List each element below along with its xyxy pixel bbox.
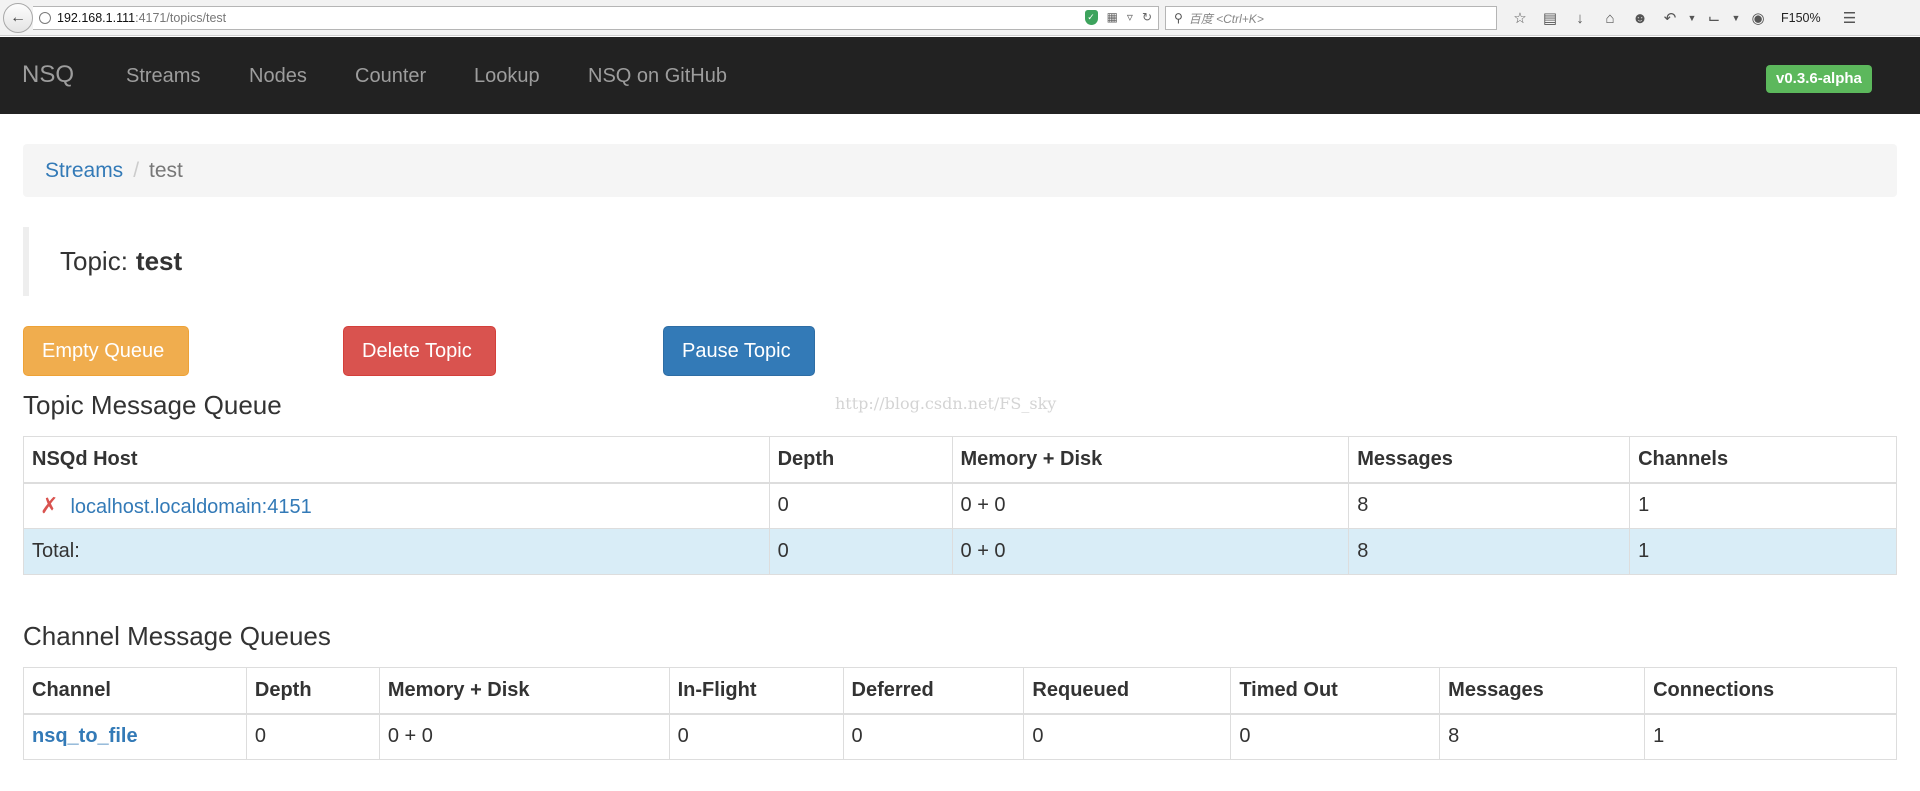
globe-icon: [39, 12, 51, 24]
delete-topic-button[interactable]: Delete Topic: [343, 326, 496, 376]
url-host: 192.168.1.111: [57, 11, 136, 25]
watermark: http://blog.csdn.net/FS_sky: [835, 394, 1057, 413]
shield-icon[interactable]: ✓: [1084, 10, 1098, 25]
address-bar[interactable]: 192.168.1.111:4171/topics/test ✓ ▦ ▿ ↻: [33, 6, 1159, 30]
column-header: Deferred: [842, 667, 1025, 715]
column-header: Channels: [1629, 436, 1897, 484]
dropdown-arrow-icon[interactable]: ▼: [1685, 13, 1699, 23]
pause-topic-button[interactable]: Pause Topic: [663, 326, 815, 376]
deferred-cell: 0: [842, 713, 1025, 760]
chat-face-icon[interactable]: ☻: [1625, 10, 1655, 27]
column-header: Connections: [1644, 667, 1897, 715]
column-header: Requeued: [1023, 667, 1232, 715]
bookmark-star-icon[interactable]: ☆: [1505, 9, 1535, 27]
table-row: nsq_to_file 0 0 + 0 0 0 0 0 8 1: [23, 713, 1897, 760]
page-title-prefix: Topic:: [60, 246, 128, 276]
zoom-level[interactable]: F150%: [1781, 11, 1821, 25]
column-header: Messages: [1439, 667, 1646, 715]
dropdown-arrow-icon[interactable]: ▼: [1729, 13, 1743, 23]
back-button[interactable]: ←: [3, 3, 33, 33]
nav-item-lookup[interactable]: Lookup: [474, 65, 540, 88]
channels-cell: 1: [1629, 482, 1897, 529]
channel-queues-heading: Channel Message Queues: [23, 621, 331, 651]
search-placeholder: 百度 <Ctrl+K>: [1188, 11, 1264, 26]
channel-cell: nsq_to_file: [23, 713, 247, 760]
breadcrumb-separator: /: [133, 158, 140, 182]
column-header: Memory + Disk: [378, 667, 670, 715]
topic-name: test: [135, 246, 183, 276]
host-link[interactable]: localhost.localdomain:4151: [70, 496, 311, 518]
search-input[interactable]: ⚲ 百度 <Ctrl+K>: [1165, 6, 1497, 30]
remove-host-icon[interactable]: ✗: [40, 493, 58, 518]
nav-item-streams[interactable]: Streams: [126, 65, 200, 88]
nav-item-counter[interactable]: Counter: [355, 65, 426, 88]
search-icon: ⚲: [1174, 11, 1183, 25]
column-header: Channel: [23, 667, 247, 715]
page-title: Topic: test: [23, 227, 182, 296]
home-icon[interactable]: ⌂: [1595, 10, 1625, 27]
menu-icon[interactable]: ☰: [1835, 9, 1865, 27]
version-badge: v0.3.6-alpha: [1766, 65, 1872, 93]
channel-queues-table: Channel Depth Memory + Disk In-Flight De…: [23, 667, 1897, 760]
dropdown-arrow-icon[interactable]: ▿: [1127, 10, 1133, 25]
memory-disk-cell: 0 + 0: [378, 713, 670, 760]
connections-cell: 1: [1644, 713, 1897, 760]
total-label: Total:: [23, 528, 770, 575]
memory-disk-cell: 0 + 0: [951, 482, 1350, 529]
browser-toolbar: ← 192.168.1.111:4171/topics/test ✓ ▦ ▿ ↻…: [0, 0, 1920, 36]
total-channels: 1: [1629, 528, 1897, 575]
download-icon[interactable]: ↓: [1565, 10, 1595, 27]
column-header: Depth: [768, 436, 953, 484]
depth-cell: 0: [245, 713, 380, 760]
column-header: Messages: [1348, 436, 1631, 484]
timed-out-cell: 0: [1230, 713, 1441, 760]
total-depth: 0: [768, 528, 953, 575]
breadcrumb: Streams / test: [23, 144, 1897, 197]
messages-cell: 8: [1439, 713, 1646, 760]
topic-queue-table: NSQd Host Depth Memory + Disk Messages C…: [23, 436, 1897, 575]
reading-list-icon[interactable]: ▤: [1535, 9, 1565, 27]
table-header-row: NSQd Host Depth Memory + Disk Messages C…: [23, 436, 1897, 484]
nav-item-nodes[interactable]: Nodes: [249, 65, 307, 88]
empty-queue-button[interactable]: Empty Queue: [23, 326, 189, 376]
total-row: Total: 0 0 + 0 8 1: [23, 528, 1897, 575]
crop-icon[interactable]: ⌙: [1699, 9, 1729, 27]
requeued-cell: 0: [1023, 713, 1232, 760]
channel-link[interactable]: nsq_to_file: [32, 725, 138, 747]
topic-queue-heading: Topic Message Queue: [23, 390, 282, 420]
undo-icon[interactable]: ↶: [1655, 9, 1685, 27]
top-navbar: NSQ Streams Nodes Counter Lookup NSQ on …: [0, 37, 1920, 114]
url-path: :4171/topics/test: [135, 11, 227, 25]
breadcrumb-current: test: [149, 158, 183, 182]
nav-item-github[interactable]: NSQ on GitHub: [588, 65, 727, 88]
breadcrumb-link-streams[interactable]: Streams: [45, 159, 123, 183]
column-header: Depth: [245, 667, 380, 715]
depth-cell: 0: [768, 482, 953, 529]
column-header: Timed Out: [1230, 667, 1441, 715]
arrow-left-icon: ←: [10, 9, 26, 26]
column-header: Memory + Disk: [951, 436, 1350, 484]
table-row: ✗ localhost.localdomain:4151 0 0 + 0 8 1: [23, 482, 1897, 529]
messages-cell: 8: [1348, 482, 1631, 529]
column-header: In-Flight: [668, 667, 844, 715]
in-flight-cell: 0: [668, 713, 844, 760]
column-header: NSQd Host: [23, 436, 770, 484]
total-messages: 8: [1348, 528, 1631, 575]
table-header-row: Channel Depth Memory + Disk In-Flight De…: [23, 667, 1897, 715]
speech-bubble-icon[interactable]: ◉: [1743, 9, 1773, 27]
brand-logo[interactable]: NSQ: [22, 61, 74, 89]
host-cell: ✗ localhost.localdomain:4151: [23, 482, 770, 529]
reload-icon[interactable]: ↻: [1142, 10, 1152, 25]
total-memory-disk: 0 + 0: [951, 528, 1350, 575]
qr-code-icon[interactable]: ▦: [1107, 10, 1118, 25]
